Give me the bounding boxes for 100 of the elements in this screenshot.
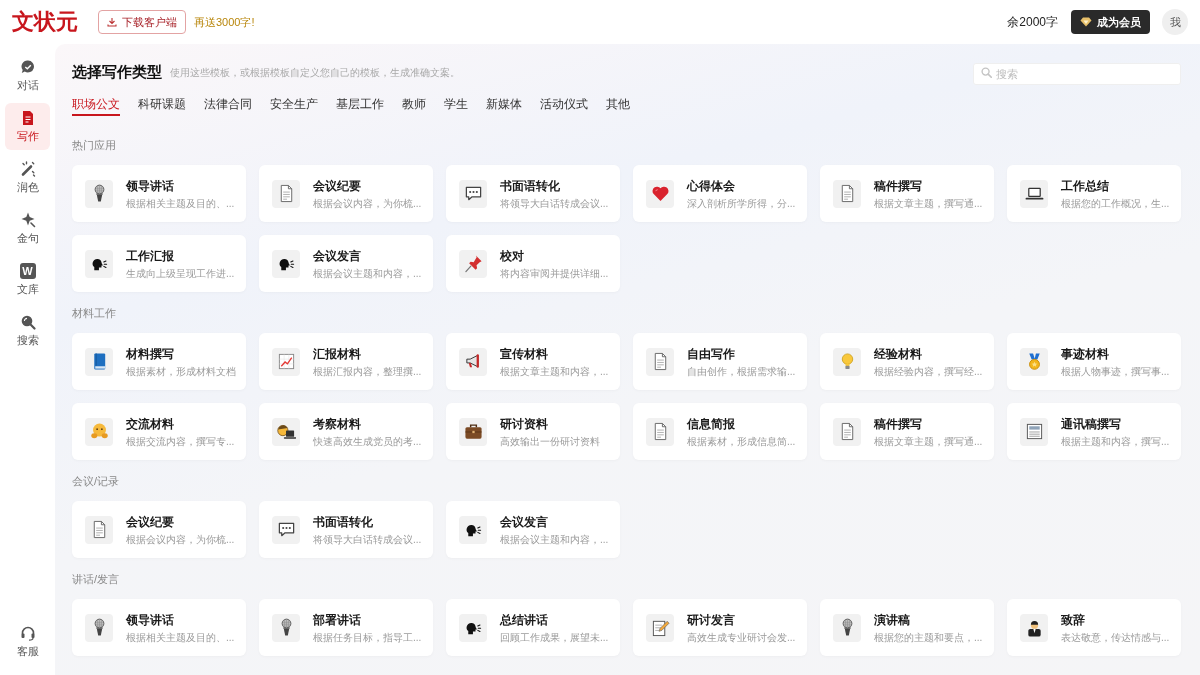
template-card[interactable]: 会议纪要 根据会议内容，为你梳...: [72, 501, 246, 558]
card-description: 表达敬意，传达情感与...: [1061, 630, 1170, 644]
template-card[interactable]: 心得体会 深入剖析所学所得，分...: [633, 165, 807, 222]
card-description: 根据文章主题和内容，...: [500, 364, 609, 378]
template-card[interactable]: 研讨资料 高效输出一份研讨资料: [446, 403, 620, 460]
card-title: 部署讲话: [313, 611, 362, 628]
card-description: 根据会议内容，为你梳...: [126, 532, 235, 546]
category-tab[interactable]: 其他: [606, 92, 630, 116]
sidebar-item[interactable]: 写作: [5, 103, 50, 150]
book-icon: [85, 347, 113, 376]
category-tab[interactable]: 新媒体: [486, 92, 522, 116]
category-tab[interactable]: 职场公文: [72, 92, 120, 116]
card-title: 心得体会: [687, 177, 736, 194]
template-card[interactable]: 工作总结 根据您的工作概况，生...: [1007, 165, 1181, 222]
category-tab[interactable]: 法律合同: [204, 92, 252, 116]
template-card[interactable]: 演讲稿 根据您的主题和要点，...: [820, 599, 994, 656]
template-card[interactable]: 事迹材料 根据人物事迹，撰写事...: [1007, 333, 1181, 390]
card-description: 根据您的工作概况，生...: [1061, 196, 1170, 210]
sidebar-item[interactable]: 搜索: [5, 307, 50, 354]
card-title: 会议纪要: [126, 513, 175, 530]
letter-tile-icon: W: [19, 263, 36, 279]
template-card[interactable]: 自由写作 自由创作，根据需求输...: [633, 333, 807, 390]
template-card[interactable]: 领导讲话 根据相关主题及目的、...: [72, 165, 246, 222]
template-card[interactable]: 汇报材料 根据汇报内容，整理撰...: [259, 333, 433, 390]
card-title: 演讲稿: [874, 611, 911, 628]
logo: 文状元: [12, 11, 78, 33]
card-title: 致辞: [1061, 611, 1086, 628]
download-icon: [107, 17, 117, 27]
category-tab[interactable]: 活动仪式: [540, 92, 588, 116]
document-icon: [85, 515, 113, 544]
card-description: 高效输出一份研讨资料: [500, 434, 600, 448]
diamond-icon: [1080, 17, 1092, 27]
template-card[interactable]: 通讯稿撰写 根据主题和内容，撰写...: [1007, 403, 1181, 460]
template-card[interactable]: 会议发言 根据会议主题和内容，...: [259, 235, 433, 292]
card-title: 校对: [500, 247, 525, 264]
sidebar-item[interactable]: 客服: [5, 618, 50, 665]
newspaper-icon: [1020, 417, 1048, 446]
category-tab[interactable]: 基层工作: [336, 92, 384, 116]
template-card[interactable]: 经验材料 根据经验内容，撰写经...: [820, 333, 994, 390]
person-laptop-icon: [272, 417, 300, 446]
category-tab[interactable]: 安全生产: [270, 92, 318, 116]
document-icon: [833, 179, 861, 208]
section-heading: 材料工作: [72, 306, 117, 320]
card-title: 工作汇报: [126, 247, 175, 264]
memo-icon: [646, 613, 674, 642]
section-heading: 讲话/发言: [72, 572, 121, 586]
card-description: 将领导大白话转成会议...: [500, 196, 609, 210]
template-card[interactable]: 总结讲话 回顾工作成果，展望未...: [446, 599, 620, 656]
card-title: 研讨资料: [500, 415, 549, 432]
template-card[interactable]: 稿件撰写 根据文章主题，撰写通...: [820, 165, 994, 222]
card-description: 根据会议内容，为你梳...: [313, 196, 422, 210]
template-card[interactable]: 稿件撰写 根据文章主题，撰写通...: [820, 403, 994, 460]
template-card[interactable]: 工作汇报 生成向上级呈现工作进...: [72, 235, 246, 292]
membership-button[interactable]: 成为会员: [1071, 10, 1150, 34]
card-description: 根据汇报内容，整理撰...: [313, 364, 422, 378]
card-description: 深入剖析所学所得，分...: [687, 196, 796, 210]
template-card[interactable]: 部署讲话 根据任务目标，指导工...: [259, 599, 433, 656]
template-card[interactable]: 领导讲话 根据相关主题及目的、...: [72, 599, 246, 656]
card-description: 根据经验内容，撰写经...: [874, 364, 983, 378]
template-card[interactable]: 会议发言 根据会议主题和内容，...: [446, 501, 620, 558]
page-subtitle: 使用这些模板，或根据模板自定义您自己的模板，生成准确文案。: [170, 65, 460, 80]
card-title: 研讨发言: [687, 611, 736, 628]
card-title: 稿件撰写: [874, 415, 923, 432]
card-title: 宣传材料: [500, 345, 549, 362]
sidebar-item[interactable]: 对话: [5, 52, 50, 99]
briefcase-icon: [459, 417, 487, 446]
document-icon: [833, 417, 861, 446]
template-card[interactable]: 校对 将内容审阅并提供详细...: [446, 235, 620, 292]
card-title: 经验材料: [874, 345, 923, 362]
user-avatar[interactable]: 我: [1162, 9, 1188, 35]
template-card[interactable]: 会议纪要 根据会议内容，为你梳...: [259, 165, 433, 222]
sidebar-item[interactable]: 润色: [5, 154, 50, 201]
category-tab[interactable]: 科研课题: [138, 92, 186, 116]
download-client-button[interactable]: 下载客户端: [98, 10, 186, 34]
template-card[interactable]: 研讨发言 高效生成专业研讨会发...: [633, 599, 807, 656]
search-field[interactable]: 搜索: [973, 63, 1181, 85]
template-card[interactable]: 书面语转化 将领导大白话转成会议...: [259, 501, 433, 558]
search-icon: [981, 67, 992, 78]
pushpin-icon: [459, 249, 487, 278]
template-card[interactable]: 书面语转化 将领导大白话转成会议...: [446, 165, 620, 222]
sidebar-item[interactable]: 金句: [5, 205, 50, 252]
card-description: 根据文章主题，撰写通...: [874, 196, 983, 210]
speaking-head-icon: [459, 613, 487, 642]
sidebar-item[interactable]: W 文库: [5, 256, 50, 303]
category-tab[interactable]: 教师: [402, 92, 426, 116]
template-card[interactable]: 考察材料 快速高效生成党员的考...: [259, 403, 433, 460]
microphone-icon: [272, 613, 300, 642]
headset-icon: [19, 625, 36, 641]
card-title: 总结讲话: [500, 611, 549, 628]
section-heading: 热门应用: [72, 138, 117, 152]
template-card[interactable]: 交流材料 根据交流内容，撰写专...: [72, 403, 246, 460]
document-icon: [646, 417, 674, 446]
template-card[interactable]: 宣传材料 根据文章主题和内容，...: [446, 333, 620, 390]
template-card[interactable]: 材料撰写 根据素材，形成材料文档: [72, 333, 246, 390]
microphone-icon: [85, 613, 113, 642]
card-title: 领导讲话: [126, 611, 175, 628]
template-card[interactable]: 致辞 表达敬意，传达情感与...: [1007, 599, 1181, 656]
template-card[interactable]: 信息简报 根据素材，形成信息简...: [633, 403, 807, 460]
card-title: 领导讲话: [126, 177, 175, 194]
category-tab[interactable]: 学生: [444, 92, 468, 116]
